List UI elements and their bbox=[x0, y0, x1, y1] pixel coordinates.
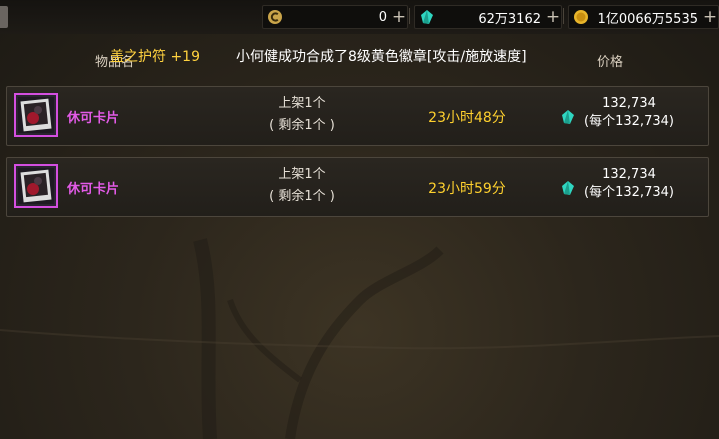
column-header: 物品名 价格 盖之护符 +19 小何健成功合成了8级黄色徽章[攻击/施放速度] bbox=[0, 38, 719, 76]
divider bbox=[409, 8, 410, 24]
quantity-info: 上架1个 ( 剩余1个 ) bbox=[257, 93, 347, 137]
currency-crystal: 62万3162 + bbox=[414, 5, 562, 29]
price-column-header: 价格 bbox=[597, 55, 624, 70]
enchant-item-text: 盖之护符 +19 bbox=[110, 49, 200, 65]
crystal-value: 62万3162 bbox=[478, 11, 541, 27]
crystal-icon bbox=[418, 8, 436, 26]
price-info: 132,734 (每个132,734) bbox=[575, 166, 683, 202]
price-each: (每个132,734) bbox=[584, 114, 674, 129]
add-gold-button[interactable]: + bbox=[702, 8, 718, 26]
currency-c-coin: 0 + bbox=[262, 5, 408, 29]
crystal-icon bbox=[560, 180, 576, 196]
time-remaining: 23小时59分 bbox=[428, 181, 506, 197]
time-remaining: 23小时48分 bbox=[428, 110, 506, 126]
system-announcement: 盖之护符 +19 小何健成功合成了8级黄色徽章[攻击/施放速度] bbox=[110, 46, 527, 66]
card-item-icon[interactable] bbox=[14, 164, 58, 208]
listing-row[interactable]: 休可卡片 上架1个 ( 剩余1个 ) 23小时48分 132,734 (每个13… bbox=[6, 86, 709, 146]
quantity-info: 上架1个 ( 剩余1个 ) bbox=[257, 164, 347, 208]
currency-gold: 1亿0066万5535 + bbox=[568, 5, 719, 29]
gold-value: 1亿0066万5535 bbox=[597, 11, 698, 27]
divider bbox=[563, 8, 564, 24]
price-total: 132,734 bbox=[602, 167, 656, 182]
price-info: 132,734 (每个132,734) bbox=[575, 95, 683, 131]
currency-bar: 0 + 62万3162 + 1亿0066万5535 + bbox=[0, 0, 719, 34]
gold-coin-icon bbox=[572, 8, 590, 26]
side-tab-handle[interactable] bbox=[0, 6, 8, 28]
c-coin-value: 0 bbox=[378, 9, 387, 25]
item-name: 休可卡片 bbox=[67, 111, 120, 126]
listed-count: 上架1个 bbox=[278, 167, 326, 182]
c-coin-icon bbox=[266, 8, 284, 26]
announcement-text: 小何健成功合成了8级黄色徽章[攻击/施放速度] bbox=[236, 49, 527, 65]
listed-count: 上架1个 bbox=[278, 96, 326, 111]
remaining-count: ( 剩余1个 ) bbox=[269, 118, 335, 133]
remaining-count: ( 剩余1个 ) bbox=[269, 189, 335, 204]
item-name: 休可卡片 bbox=[67, 182, 120, 197]
add-crystal-button[interactable]: + bbox=[545, 8, 561, 26]
card-item-icon[interactable] bbox=[14, 93, 58, 137]
price-total: 132,734 bbox=[602, 96, 656, 111]
listing-row[interactable]: 休可卡片 上架1个 ( 剩余1个 ) 23小时59分 132,734 (每个13… bbox=[6, 157, 709, 217]
price-each: (每个132,734) bbox=[584, 185, 674, 200]
add-c-coin-button[interactable]: + bbox=[391, 8, 407, 26]
crystal-icon bbox=[560, 109, 576, 125]
